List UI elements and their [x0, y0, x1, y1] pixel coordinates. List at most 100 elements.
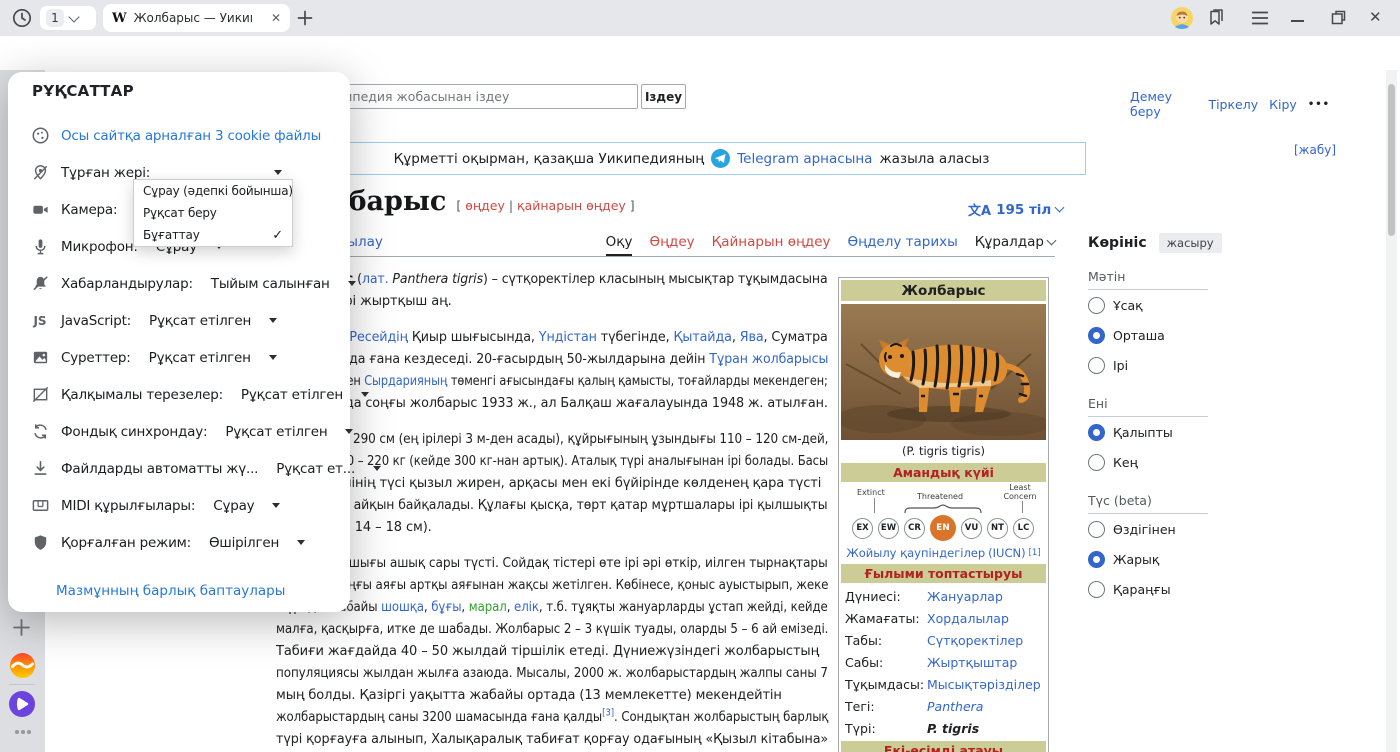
- view-tab-қайнарын-өңдеу[interactable]: Қайнарын өңдеу: [712, 234, 831, 256]
- edit-link[interactable]: өңдеу: [465, 198, 505, 213]
- menu-item[interactable]: Рұқсат беру: [134, 202, 292, 224]
- avatar[interactable]: [1171, 7, 1193, 29]
- menu-icon[interactable]: [1251, 11, 1269, 25]
- radio-selected-icon[interactable]: [1088, 551, 1105, 568]
- menu-item[interactable]: Сұрау (әдепкі бойынша): [134, 180, 292, 202]
- view-tab-оқу[interactable]: Оқу: [606, 234, 633, 256]
- appearance-option[interactable]: Қараңғы: [1088, 574, 1212, 604]
- chevron-down-icon[interactable]: [373, 466, 381, 475]
- text-line: Төсі, құлақ шығы ашық сары түсті. Сойдақ…: [276, 552, 832, 574]
- clock-history-icon[interactable]: [11, 7, 33, 29]
- view-tab-өңделу-тарихы[interactable]: Өңделу тарихы: [848, 234, 958, 256]
- radio-icon[interactable]: [1088, 581, 1105, 598]
- taxonomy-value[interactable]: Жыртқыштар: [927, 655, 1017, 670]
- chevron-down-icon[interactable]: [269, 318, 277, 327]
- text-segment: Табиғи жағдайда 40 – 50 жылдай тіршілік …: [276, 644, 819, 659]
- wiki-link[interactable]: Ява: [740, 330, 764, 345]
- text-segment: үлкен, жүнінің түсі қызыл жирен, арқасы …: [276, 476, 821, 491]
- wiki-link[interactable]: Ресейдің: [349, 330, 407, 345]
- chevron-down-icon[interactable]: [345, 429, 353, 438]
- radio-selected-icon[interactable]: [1088, 424, 1105, 441]
- reference-link[interactable]: [3]: [602, 708, 614, 719]
- appearance-option[interactable]: Қалыпты: [1088, 417, 1212, 447]
- chevron-down-icon[interactable]: [269, 355, 277, 364]
- permission-value[interactable]: Рұқсат етілген: [241, 387, 343, 403]
- taxonomy-value[interactable]: Panthera: [927, 699, 983, 714]
- appearance-option[interactable]: Орташа: [1088, 320, 1212, 350]
- taxonomy-value[interactable]: Жануарлар: [927, 589, 1003, 604]
- search-button[interactable]: Іздеу: [641, 84, 686, 109]
- chevron-down-icon[interactable]: [274, 170, 282, 179]
- tab-strip: 1 W Жолбарыс — Уикипеди ✕ ✕: [0, 0, 1400, 36]
- appearance-option[interactable]: Жарық: [1088, 544, 1212, 574]
- wiki-link[interactable]: шошқа: [381, 600, 424, 615]
- permission-label: Қалқымалы терезелер:: [61, 387, 223, 403]
- radio-icon[interactable]: [1088, 297, 1105, 314]
- chevron-down-icon[interactable]: [272, 503, 280, 512]
- top-link[interactable]: Кіру: [1269, 97, 1297, 112]
- radio-selected-icon[interactable]: [1088, 327, 1105, 344]
- view-tab-өңдеу[interactable]: Өңдеу: [649, 234, 694, 256]
- chevron-down-icon[interactable]: [348, 281, 356, 290]
- telegram-link[interactable]: Telegram арнасына: [737, 151, 872, 167]
- wiki-link[interactable]: бұғы: [431, 600, 461, 615]
- restore-icon[interactable]: [1331, 10, 1346, 25]
- permission-value[interactable]: Рұқсат етілген: [149, 350, 251, 366]
- appearance-option[interactable]: Ұсақ: [1088, 290, 1212, 320]
- iucn-label-extinct: Extinct: [857, 488, 885, 497]
- menu-item[interactable]: Бұғаттау✓: [134, 224, 292, 246]
- language-selector[interactable]: 文А 195 тіл: [968, 200, 1063, 219]
- iucn-status-link[interactable]: Жойылу қаупіндегілер (IUCN) [1]: [841, 544, 1046, 561]
- permission-value[interactable]: Рұқсат ет...: [276, 461, 355, 477]
- hide-button[interactable]: жасыру: [1159, 233, 1222, 253]
- tiger-image[interactable]: [841, 304, 1046, 440]
- wiki-link[interactable]: Сырдарияның: [364, 374, 447, 389]
- taxonomy-value[interactable]: Мысықтәрізділер: [927, 677, 1041, 692]
- cookie-files-link[interactable]: Осы сайтқа арналған 3 cookie файлы: [61, 128, 321, 144]
- tab-counter[interactable]: 1: [40, 6, 96, 30]
- appearance-option[interactable]: Өздігінен: [1088, 514, 1212, 544]
- text-segment: жолақтары айқын байқалады. Құлағы қысқа,…: [276, 498, 828, 513]
- edit-source-link[interactable]: қайнарын өңдеу: [517, 198, 626, 213]
- top-link[interactable]: Демеу беру: [1130, 89, 1197, 119]
- more-dots-icon[interactable]: [15, 730, 31, 734]
- permission-value[interactable]: Тыйым салынған: [211, 276, 330, 292]
- radio-icon[interactable]: [1088, 357, 1105, 374]
- chevron-down-icon[interactable]: [361, 392, 369, 401]
- bookmarks-icon[interactable]: [1206, 8, 1226, 28]
- all-content-settings-link[interactable]: Мазмұнның барлық баптаулары: [56, 583, 285, 599]
- chevron-down-icon[interactable]: [297, 540, 305, 549]
- appearance-option[interactable]: Ірі: [1088, 350, 1212, 380]
- view-tab-құралдар[interactable]: Құралдар: [975, 234, 1055, 256]
- minimize-icon[interactable]: [1291, 20, 1304, 22]
- wiki-link[interactable]: лат.: [362, 272, 389, 287]
- text-line: Жолбарыс Ресейдің Қиыр шығысында, Үндіст…: [276, 326, 832, 348]
- browser-tab[interactable]: W Жолбарыс — Уикипеди ✕: [103, 4, 290, 32]
- radio-icon[interactable]: [1088, 521, 1105, 538]
- yandex-browser-icon[interactable]: [10, 653, 35, 678]
- taxonomy-value[interactable]: Сүтқоректілер: [927, 633, 1023, 648]
- wiki-link[interactable]: Тұран жолбарысы: [709, 352, 828, 367]
- more-options-icon[interactable]: •••: [1308, 99, 1330, 110]
- permission-value[interactable]: Рұқсат етілген: [149, 313, 251, 329]
- top-link[interactable]: Тіркелу: [1208, 97, 1258, 112]
- wiki-link[interactable]: Үндістан: [539, 330, 597, 345]
- wiki-link[interactable]: Қытайда: [673, 330, 731, 345]
- appearance-option[interactable]: Кең: [1088, 447, 1212, 477]
- banner-close-link[interactable]: [жабу]: [1294, 143, 1336, 157]
- alice-assistant-icon[interactable]: [9, 691, 35, 717]
- tab-close-icon[interactable]: ✕: [271, 11, 281, 25]
- close-icon[interactable]: ✕: [1369, 8, 1382, 26]
- image-caption: (P. tigris tigris): [841, 440, 1046, 460]
- permission-value[interactable]: Рұқсат етілген: [225, 424, 327, 440]
- plus-icon[interactable]: [12, 618, 31, 637]
- permission-value[interactable]: Сұрау: [213, 498, 254, 514]
- scrollbar-thumb[interactable]: [1388, 84, 1395, 236]
- interwiki-link[interactable]: марал: [469, 600, 507, 615]
- permission-value[interactable]: Өшірілген: [209, 535, 279, 551]
- new-tab-icon[interactable]: [297, 10, 313, 26]
- taxonomy-value[interactable]: Хордалылар: [927, 611, 1009, 626]
- radio-icon[interactable]: [1088, 454, 1105, 471]
- wiki-link[interactable]: елік: [514, 600, 539, 615]
- text-segment: түрі қорғауға алынып, Халықаралық табиға…: [276, 732, 828, 747]
